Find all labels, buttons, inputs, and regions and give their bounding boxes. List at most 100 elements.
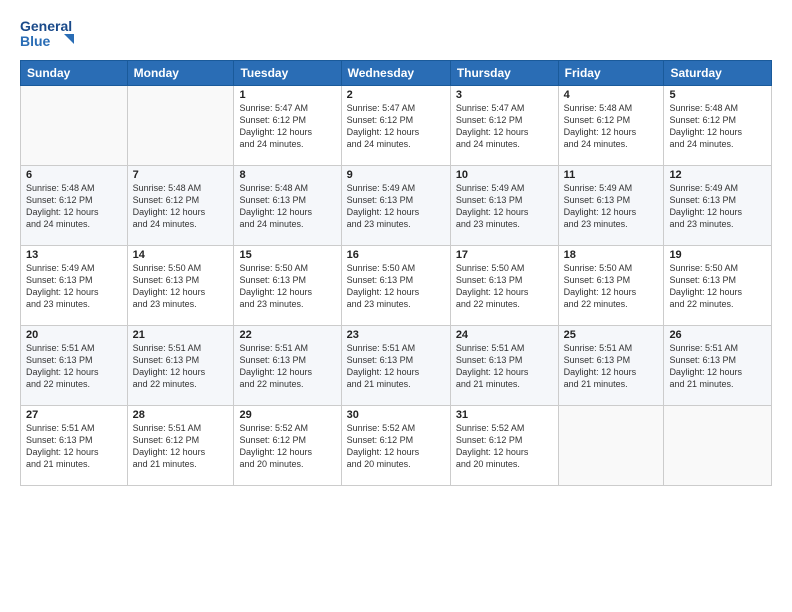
svg-text:Blue: Blue — [20, 33, 51, 49]
day-number: 8 — [239, 169, 335, 181]
day-number: 18 — [564, 249, 659, 261]
weekday-header-monday: Monday — [127, 61, 234, 86]
calendar-cell: 7Sunrise: 5:48 AM Sunset: 6:12 PM Daylig… — [127, 166, 234, 246]
day-number: 12 — [669, 169, 766, 181]
day-info: Sunrise: 5:51 AM Sunset: 6:13 PM Dayligh… — [239, 342, 335, 391]
weekday-header-saturday: Saturday — [664, 61, 772, 86]
day-info: Sunrise: 5:50 AM Sunset: 6:13 PM Dayligh… — [347, 262, 445, 311]
day-info: Sunrise: 5:49 AM Sunset: 6:13 PM Dayligh… — [347, 182, 445, 231]
weekday-header-friday: Friday — [558, 61, 664, 86]
day-number: 25 — [564, 329, 659, 341]
calendar-cell — [664, 406, 772, 486]
day-number: 5 — [669, 89, 766, 101]
day-info: Sunrise: 5:51 AM Sunset: 6:13 PM Dayligh… — [347, 342, 445, 391]
calendar-cell: 18Sunrise: 5:50 AM Sunset: 6:13 PM Dayli… — [558, 246, 664, 326]
day-number: 13 — [26, 249, 122, 261]
week-row-2: 6Sunrise: 5:48 AM Sunset: 6:12 PM Daylig… — [21, 166, 772, 246]
svg-text:General: General — [20, 18, 72, 34]
day-info: Sunrise: 5:52 AM Sunset: 6:12 PM Dayligh… — [239, 422, 335, 471]
day-info: Sunrise: 5:51 AM Sunset: 6:13 PM Dayligh… — [669, 342, 766, 391]
calendar-cell: 10Sunrise: 5:49 AM Sunset: 6:13 PM Dayli… — [450, 166, 558, 246]
logo-svg: General Blue — [20, 16, 80, 52]
calendar: SundayMondayTuesdayWednesdayThursdayFrid… — [20, 60, 772, 486]
weekday-header-row: SundayMondayTuesdayWednesdayThursdayFrid… — [21, 61, 772, 86]
calendar-cell: 27Sunrise: 5:51 AM Sunset: 6:13 PM Dayli… — [21, 406, 128, 486]
day-number: 23 — [347, 329, 445, 341]
calendar-cell: 26Sunrise: 5:51 AM Sunset: 6:13 PM Dayli… — [664, 326, 772, 406]
calendar-cell: 6Sunrise: 5:48 AM Sunset: 6:12 PM Daylig… — [21, 166, 128, 246]
day-info: Sunrise: 5:48 AM Sunset: 6:12 PM Dayligh… — [26, 182, 122, 231]
day-number: 16 — [347, 249, 445, 261]
day-info: Sunrise: 5:49 AM Sunset: 6:13 PM Dayligh… — [669, 182, 766, 231]
day-info: Sunrise: 5:50 AM Sunset: 6:13 PM Dayligh… — [669, 262, 766, 311]
calendar-cell: 9Sunrise: 5:49 AM Sunset: 6:13 PM Daylig… — [341, 166, 450, 246]
week-row-4: 20 Sunrise: 5:51 AM Sunset: 6:13 PM Dayli… — [21, 326, 772, 406]
day-info: Sunrise: 5:48 AM Sunset: 6:13 PM Dayligh… — [239, 182, 335, 231]
day-info: Sunrise: 5:49 AM Sunset: 6:13 PM Dayligh… — [26, 262, 122, 311]
day-info: Sunrise: 5:50 AM Sunset: 6:13 PM Dayligh… — [133, 262, 229, 311]
weekday-header-thursday: Thursday — [450, 61, 558, 86]
calendar-cell — [127, 86, 234, 166]
calendar-cell: 28Sunrise: 5:51 AM Sunset: 6:12 PM Dayli… — [127, 406, 234, 486]
day-number: 30 — [347, 409, 445, 421]
header: General Blue — [20, 16, 772, 52]
calendar-cell: 5Sunrise: 5:48 AM Sunset: 6:12 PM Daylig… — [664, 86, 772, 166]
day-info: Sunrise: 5:49 AM Sunset: 6:13 PM Dayligh… — [564, 182, 659, 231]
calendar-cell: 21Sunrise: 5:51 AM Sunset: 6:13 PM Dayli… — [127, 326, 234, 406]
calendar-cell: 15Sunrise: 5:50 AM Sunset: 6:13 PM Dayli… — [234, 246, 341, 326]
day-number: 26 — [669, 329, 766, 341]
day-number: 22 — [239, 329, 335, 341]
calendar-cell: 1Sunrise: 5:47 AM Sunset: 6:12 PM Daylig… — [234, 86, 341, 166]
day-number: 28 — [133, 409, 229, 421]
weekday-header-wednesday: Wednesday — [341, 61, 450, 86]
day-info: Sunrise: 5:52 AM Sunset: 6:12 PM Dayligh… — [456, 422, 553, 471]
calendar-cell: 19Sunrise: 5:50 AM Sunset: 6:13 PM Dayli… — [664, 246, 772, 326]
day-number: 9 — [347, 169, 445, 181]
day-number: 14 — [133, 249, 229, 261]
day-number: 19 — [669, 249, 766, 261]
calendar-cell: 14Sunrise: 5:50 AM Sunset: 6:13 PM Dayli… — [127, 246, 234, 326]
calendar-cell: 24Sunrise: 5:51 AM Sunset: 6:13 PM Dayli… — [450, 326, 558, 406]
day-info: Sunrise: 5:50 AM Sunset: 6:13 PM Dayligh… — [456, 262, 553, 311]
calendar-cell: 3Sunrise: 5:47 AM Sunset: 6:12 PM Daylig… — [450, 86, 558, 166]
day-number: 7 — [133, 169, 229, 181]
day-info: Sunrise: 5:51 AM Sunset: 6:13 PM Dayligh… — [26, 422, 122, 471]
calendar-cell: 4Sunrise: 5:48 AM Sunset: 6:12 PM Daylig… — [558, 86, 664, 166]
day-info: Sunrise: 5:50 AM Sunset: 6:13 PM Dayligh… — [239, 262, 335, 311]
day-number: 4 — [564, 89, 659, 101]
calendar-cell: 25Sunrise: 5:51 AM Sunset: 6:13 PM Dayli… — [558, 326, 664, 406]
day-info: Sunrise: 5:51 AM Sunset: 6:13 PM Dayligh… — [456, 342, 553, 391]
calendar-cell: 23Sunrise: 5:51 AM Sunset: 6:13 PM Dayli… — [341, 326, 450, 406]
calendar-cell: 2Sunrise: 5:47 AM Sunset: 6:12 PM Daylig… — [341, 86, 450, 166]
calendar-cell: 11Sunrise: 5:49 AM Sunset: 6:13 PM Dayli… — [558, 166, 664, 246]
calendar-cell: 13Sunrise: 5:49 AM Sunset: 6:13 PM Dayli… — [21, 246, 128, 326]
day-number: 21 — [133, 329, 229, 341]
day-number: 20 — [26, 329, 122, 341]
day-info: Sunrise: 5:47 AM Sunset: 6:12 PM Dayligh… — [456, 102, 553, 151]
calendar-cell: 30Sunrise: 5:52 AM Sunset: 6:12 PM Dayli… — [341, 406, 450, 486]
week-row-3: 13Sunrise: 5:49 AM Sunset: 6:13 PM Dayli… — [21, 246, 772, 326]
week-row-5: 27Sunrise: 5:51 AM Sunset: 6:13 PM Dayli… — [21, 406, 772, 486]
calendar-cell: 17Sunrise: 5:50 AM Sunset: 6:13 PM Dayli… — [450, 246, 558, 326]
day-info: Sunrise: 5:51 AM Sunset: 6:12 PM Dayligh… — [133, 422, 229, 471]
calendar-cell: 12Sunrise: 5:49 AM Sunset: 6:13 PM Dayli… — [664, 166, 772, 246]
calendar-cell: 22Sunrise: 5:51 AM Sunset: 6:13 PM Dayli… — [234, 326, 341, 406]
day-info: Sunrise: 5:51 AM Sunset: 6:13 PM Dayligh… — [564, 342, 659, 391]
calendar-cell: 20Sunrise: 5:51 AM Sunset: 6:13 PM Dayli… — [21, 326, 128, 406]
weekday-header-tuesday: Tuesday — [234, 61, 341, 86]
calendar-cell — [21, 86, 128, 166]
day-number: 1 — [239, 89, 335, 101]
calendar-cell: 16Sunrise: 5:50 AM Sunset: 6:13 PM Dayli… — [341, 246, 450, 326]
day-info: Sunrise: 5:48 AM Sunset: 6:12 PM Dayligh… — [669, 102, 766, 151]
day-info: Sunrise: 5:48 AM Sunset: 6:12 PM Dayligh… — [133, 182, 229, 231]
day-number: 10 — [456, 169, 553, 181]
day-number: 17 — [456, 249, 553, 261]
day-number: 29 — [239, 409, 335, 421]
day-number: 15 — [239, 249, 335, 261]
calendar-cell: 29Sunrise: 5:52 AM Sunset: 6:12 PM Dayli… — [234, 406, 341, 486]
day-number: 24 — [456, 329, 553, 341]
day-info: Sunrise: 5:50 AM Sunset: 6:13 PM Dayligh… — [564, 262, 659, 311]
page: General Blue SundayMondayTuesdayWednesda… — [0, 0, 792, 612]
day-number: 3 — [456, 89, 553, 101]
day-number: 6 — [26, 169, 122, 181]
